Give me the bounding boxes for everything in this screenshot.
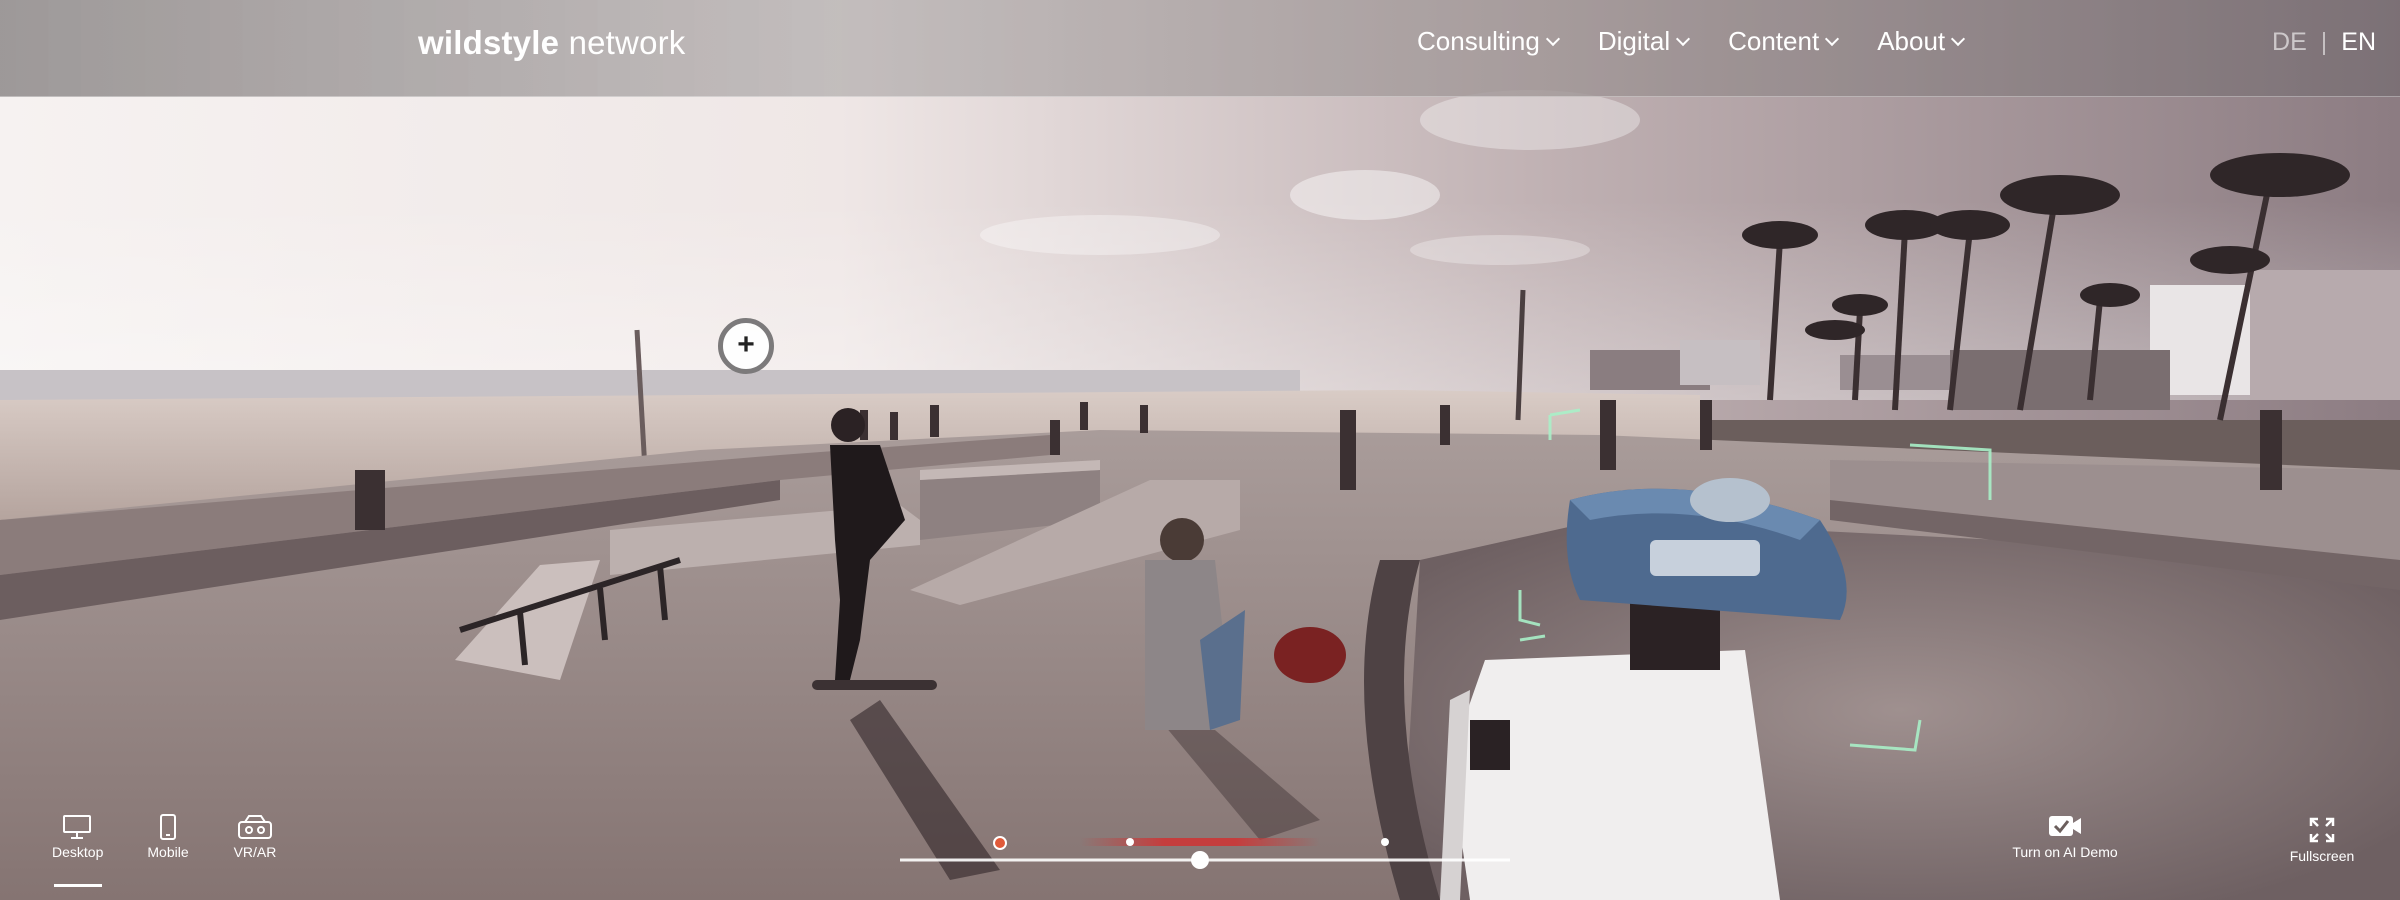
panorama-view[interactable] (0, 0, 2400, 900)
nav-item-about[interactable]: About (1877, 26, 1966, 57)
video-camera-check-icon (2049, 816, 2081, 836)
fullscreen-button[interactable]: Fullscreen (2282, 816, 2362, 864)
fullscreen-expand-icon (2309, 817, 2335, 843)
timeline-marker (1126, 838, 1134, 846)
plus-icon: + (737, 328, 755, 361)
nav-item-consulting[interactable]: Consulting (1417, 26, 1560, 57)
active-mode-underline (54, 884, 102, 887)
nav-item-digital[interactable]: Digital (1597, 26, 1691, 57)
logo-bold-text: wildstyle (418, 24, 560, 61)
lang-en-link[interactable]: EN (2341, 28, 2376, 57)
ai-demo-toggle-button[interactable]: Turn on AI Demo (2005, 812, 2125, 860)
fullscreen-label: Fullscreen (2289, 848, 2355, 864)
lang-separator: | (2320, 28, 2328, 56)
nav-label: Consulting (1417, 26, 1540, 56)
skatepark-panorama-image (0, 0, 2400, 900)
main-nav: Consulting Digital Content About (1417, 26, 1966, 57)
timeline-heatmap (1080, 838, 1320, 846)
lang-de-link[interactable]: DE (2272, 28, 2307, 57)
timeline-marker-accent (993, 836, 1007, 850)
language-switcher: DE | EN (2272, 28, 2376, 57)
nav-label: Content (1728, 26, 1820, 56)
chevron-down-icon (1545, 31, 1560, 46)
chevron-down-icon (1825, 31, 1840, 46)
brand-logo[interactable]: wildstyle network (418, 24, 686, 62)
info-hotspot-button[interactable]: + (718, 318, 774, 374)
chevron-down-icon (1676, 31, 1691, 46)
nav-item-content[interactable]: Content (1728, 26, 1840, 57)
top-navigation-bar: wildstyle network Consulting Digital Con… (0, 0, 2400, 97)
timeline-playhead-handle[interactable] (1191, 851, 1209, 869)
logo-light-text: network (568, 24, 686, 61)
timeline-marker (1381, 838, 1389, 846)
chevron-down-icon (1951, 31, 1966, 46)
nav-label: About (1877, 26, 1946, 56)
nav-label: Digital (1597, 26, 1671, 56)
ai-demo-label: Turn on AI Demo (2012, 844, 2118, 860)
